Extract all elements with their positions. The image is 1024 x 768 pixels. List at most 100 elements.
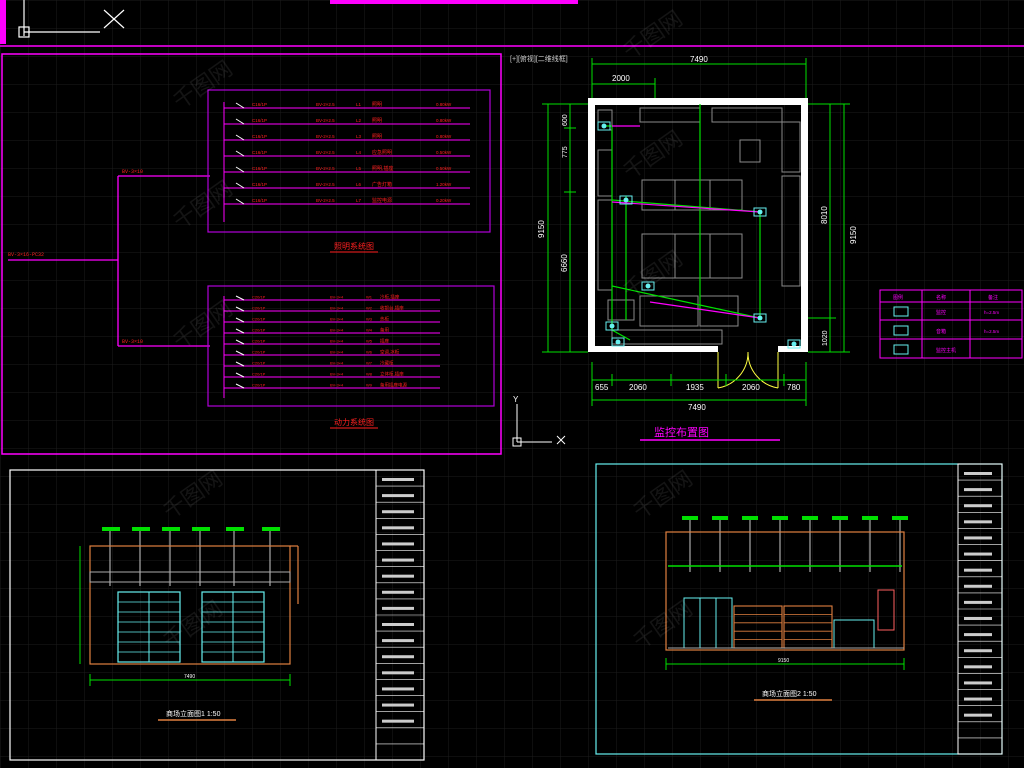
row-cable: BV-2×2.5 — [316, 102, 335, 107]
legend-note: h=2.5m — [984, 310, 999, 315]
title-block-text-bar — [382, 655, 414, 659]
row-cable: BV-3×4 — [330, 317, 344, 322]
row-breaker: C20/1P — [252, 372, 266, 377]
title-block-text-bar — [382, 478, 414, 481]
row-load: 照明 — [372, 118, 382, 124]
title-block-text-bar — [964, 617, 992, 620]
row-load: 照明 — [372, 102, 382, 108]
leader-tag — [832, 516, 848, 520]
row-load: 空调,冰柜 — [380, 349, 400, 356]
row-cable: BV-2×2.5 — [316, 182, 335, 187]
branch-label-lighting: BV-3×10 — [122, 169, 143, 175]
row-cable: BV-2×2.5 — [316, 118, 335, 123]
title-block-text-bar — [964, 600, 992, 604]
plan-caption: 监控布置图 — [654, 425, 709, 439]
row-load: 立体柜,插座 — [380, 371, 404, 378]
row-load: 广告灯箱 — [372, 181, 392, 188]
row-load: 插座 — [380, 338, 389, 345]
leader-tag — [892, 516, 908, 520]
row-cable: BV-3×4 — [330, 383, 344, 388]
row-circuit: W6 — [366, 350, 373, 355]
row-load: 应急照明 — [372, 149, 392, 156]
row-cable: BV-2×2.5 — [316, 150, 335, 155]
row-breaker: C20/1P — [252, 306, 266, 311]
title-block-text-bar — [964, 649, 992, 653]
title-block-text-bar — [964, 713, 992, 717]
leader-tag — [192, 527, 210, 531]
row-cable: BV-3×4 — [330, 372, 344, 377]
row-power: 0.80kW — [436, 118, 452, 123]
row-power: 0.50kW — [436, 150, 452, 155]
row-load: 热柜 — [380, 316, 389, 323]
dim-right-total: 9150 — [849, 226, 858, 244]
leader-tag — [862, 516, 878, 520]
title-block-text-bar — [964, 665, 992, 669]
title-block-text-bar — [382, 623, 414, 626]
title-block-text-bar — [964, 536, 992, 540]
title-block-text-bar — [382, 542, 414, 546]
leader-tag — [162, 527, 180, 531]
row-cable: BV-3×4 — [330, 328, 344, 333]
row-circuit: W1 — [366, 295, 373, 300]
row-power: 0.20kW — [436, 198, 452, 203]
row-breaker: C16/1P — [252, 166, 267, 171]
row-circuit: L4 — [356, 150, 362, 155]
leader-tag — [742, 516, 758, 520]
legend-header-note: 备注 — [988, 294, 998, 301]
row-breaker: C16/1P — [252, 134, 267, 139]
row-breaker: C20/1P — [252, 295, 266, 300]
dim-bottom-3: 1935 — [686, 383, 704, 392]
leader-tag — [132, 527, 150, 531]
dim-top-total: 7490 — [690, 55, 708, 64]
dim-left-part-2: 775 — [562, 146, 569, 158]
row-circuit: W7 — [366, 361, 373, 366]
power-caption: 动力系统图 — [334, 417, 374, 427]
row-cable: BV-3×4 — [330, 350, 344, 355]
row-power: 0.80kW — [436, 102, 452, 107]
title-block-text-bar — [382, 526, 414, 530]
row-breaker: C20/1P — [252, 383, 266, 388]
feeder-label: BV-3×16-PC32 — [8, 252, 44, 258]
row-power: 1.20kW — [436, 182, 452, 187]
title-block-text-bar — [964, 488, 992, 492]
dim-bottom-1: 655 — [595, 383, 609, 392]
legend-note: h=2.5m — [984, 329, 999, 334]
ucs-y-label: Y — [513, 395, 519, 404]
leader-tag — [226, 527, 244, 531]
title-block-text-bar — [382, 671, 414, 675]
dim-bottom-4: 2060 — [742, 383, 760, 392]
leader-tag — [712, 516, 728, 520]
leader-tag — [802, 516, 818, 520]
elevation-right-dim: 9150 — [778, 658, 789, 664]
legend-name: 监控 — [936, 309, 946, 316]
row-circuit: L1 — [356, 102, 362, 107]
model-space-grid — [0, 0, 1024, 768]
title-block-text-bar — [382, 590, 414, 594]
row-breaker: C16/1P — [252, 182, 267, 187]
title-block-text-bar — [382, 606, 414, 610]
title-block-text-bar — [382, 494, 414, 498]
legend-name: 音箱 — [936, 328, 946, 335]
dim-left-total: 9150 — [537, 220, 546, 238]
row-breaker: C16/1P — [252, 150, 267, 155]
title-block-text-bar — [964, 520, 992, 524]
row-circuit: W4 — [366, 328, 373, 333]
row-power: 0.50kW — [436, 166, 452, 171]
title-block-text-bar — [964, 584, 992, 588]
row-circuit: W2 — [366, 306, 373, 311]
leader-tag — [102, 527, 120, 531]
legend-header-name: 名称 — [936, 294, 946, 301]
row-power: 0.80kW — [436, 134, 452, 139]
dim-bottom-total: 7490 — [688, 403, 706, 412]
dim-bottom-2: 2060 — [629, 383, 647, 392]
row-circuit: L6 — [356, 182, 362, 187]
row-cable: BV-3×4 — [330, 361, 344, 366]
row-circuit: L3 — [356, 134, 362, 139]
leader-tag — [262, 527, 280, 531]
title-block-text-bar — [964, 472, 992, 475]
title-block-text-bar — [964, 552, 992, 556]
title-block-text-bar — [382, 687, 414, 691]
row-cable: BV-3×4 — [330, 339, 344, 344]
row-cable: BV-3×4 — [330, 295, 344, 300]
row-cable: BV-3×4 — [330, 306, 344, 311]
